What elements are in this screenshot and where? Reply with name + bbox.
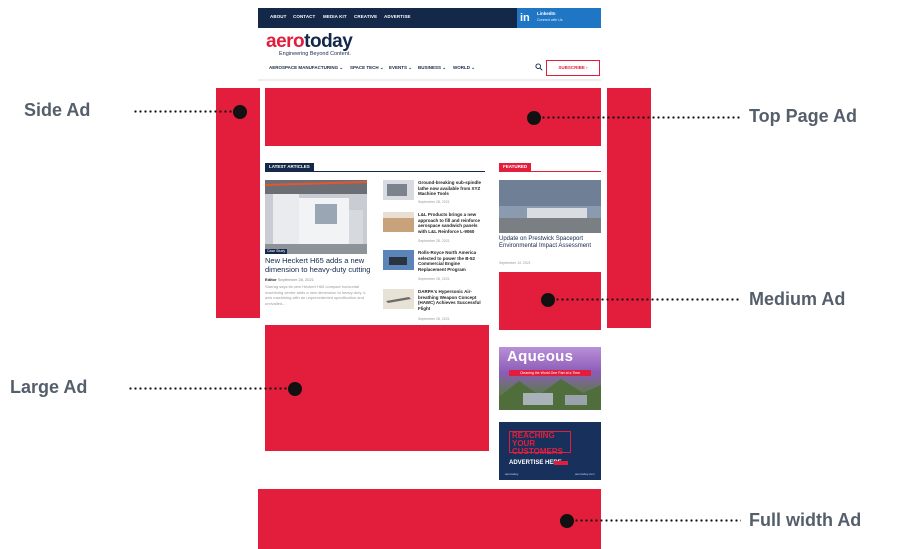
- article-title[interactable]: DARPA's Hypersonic Air-breathing Weapon …: [418, 289, 485, 311]
- article-title[interactable]: Ground-breaking sub-spindle lathe now av…: [418, 180, 485, 197]
- nav-space-tech[interactable]: SPACE TECH ⌄: [350, 65, 384, 71]
- subscribe-button[interactable]: SUBSCRIBE ›: [546, 60, 600, 76]
- nav-creative-link[interactable]: CREATIVE: [354, 14, 377, 19]
- article-date: September 28, 2021: [418, 200, 450, 204]
- feature-article-title[interactable]: New Heckert H65 adds a new dimension to …: [265, 256, 375, 274]
- callout-side-ad-leader: [133, 110, 233, 113]
- callout-large-ad-dot: [288, 382, 302, 396]
- feature-date: September 28, 2021: [277, 277, 314, 282]
- nav-advertise-link[interactable]: ADVERTISE: [384, 14, 411, 19]
- arrow-right-icon: [554, 461, 568, 465]
- feature-article-image[interactable]: [265, 180, 367, 254]
- site-logo[interactable]: aerotoday: [266, 31, 353, 53]
- mountain-graphic: [499, 379, 601, 410]
- latest-articles-header: LATEST ARTICLES: [265, 163, 314, 171]
- callout-medium-ad-leader: [555, 298, 741, 301]
- featured-article-date: September 14, 2021: [499, 261, 531, 265]
- callout-top-page-ad-dot: [527, 111, 541, 125]
- logo-part-aero: aero: [266, 31, 305, 52]
- advertise-here-ad[interactable]: REACHING YOUR CUSTOMERS ADVERTISE HERE a…: [499, 422, 601, 480]
- callout-full-width-ad-label: Full width Ad: [749, 510, 862, 530]
- aqueous-logo-text: Aqueous: [507, 348, 574, 365]
- callout-large-ad-label: Large Ad: [10, 377, 88, 397]
- article-title[interactable]: L&L Products brings a new approach to fi…: [418, 212, 485, 234]
- site-tagline: Engineering Beyond Content.: [279, 51, 351, 57]
- nav-contact-link[interactable]: CONTACT: [293, 14, 315, 19]
- aqueous-banner-ad[interactable]: Aqueous Cleaning the World One Part at a…: [499, 347, 601, 410]
- aqueous-tagline: Cleaning the World One Part at a Time: [509, 370, 591, 376]
- linkedin-icon: in: [520, 12, 530, 24]
- advertise-footer-left: aerotoday: [505, 472, 519, 476]
- nav-about-link[interactable]: ABOUT: [270, 14, 287, 19]
- article-thumbnail[interactable]: [383, 250, 414, 270]
- nav-media-kit-link[interactable]: MEDIA KIT: [323, 14, 347, 19]
- nav-divider: [258, 79, 601, 81]
- article-title[interactable]: Rolls-Royce North America selected to po…: [418, 250, 485, 272]
- featured-header: FEATURED: [499, 163, 532, 171]
- article-thumbnail[interactable]: [383, 212, 414, 232]
- callout-full-width-ad-leader: [574, 519, 741, 522]
- article-date: September 28, 2021: [418, 277, 450, 281]
- callout-top-page-ad-leader: [541, 116, 741, 119]
- full-width-ad[interactable]: [258, 489, 601, 549]
- nav-events[interactable]: EVENTS ⌄: [389, 65, 412, 71]
- featured-underline: [499, 171, 601, 172]
- article-date: September 28, 2021: [418, 239, 450, 243]
- callout-medium-ad-label: Medium Ad: [749, 289, 846, 309]
- advertise-footer-right: aerotoday.com: [575, 472, 595, 476]
- side-ad-left[interactable]: [216, 88, 260, 318]
- callout-medium-ad-dot: [541, 293, 555, 307]
- nav-aerospace-manufacturing[interactable]: AEROSPACE MANUFACTURING ⌄: [269, 65, 343, 71]
- callout-top-page-ad-label: Top Page Ad: [749, 106, 857, 126]
- nav-business[interactable]: BUSINESS ⌄: [418, 65, 446, 71]
- linkedin-title: LinkedIn: [537, 11, 556, 16]
- linkedin-subtitle: Connect with Us: [537, 18, 563, 22]
- linkedin-connect-button[interactable]: in LinkedIn Connect with Us: [517, 8, 601, 28]
- feature-category-badge[interactable]: Case Study: [265, 249, 288, 254]
- latest-articles-underline: [265, 171, 485, 172]
- article-date: September 28, 2021: [418, 317, 450, 321]
- feature-author[interactable]: Editor: [265, 277, 277, 282]
- side-ad-right[interactable]: [607, 88, 651, 328]
- search-icon[interactable]: [535, 63, 543, 71]
- featured-article-title[interactable]: Update on Prestwick Spaceport Environmen…: [499, 236, 601, 250]
- featured-article-image[interactable]: [499, 180, 601, 233]
- callout-side-ad-label: Side Ad: [24, 100, 91, 120]
- logo-part-today: today: [304, 31, 353, 52]
- advertise-headline: REACHING YOUR CUSTOMERS: [512, 431, 563, 456]
- callout-side-ad-dot: [233, 105, 247, 119]
- feature-excerpt: Starrag says its new Heckert H65 compact…: [265, 284, 367, 306]
- callout-full-width-ad-dot: [560, 514, 574, 528]
- nav-world[interactable]: WORLD ⌄: [453, 65, 475, 71]
- article-thumbnail[interactable]: [383, 180, 414, 200]
- article-thumbnail[interactable]: [383, 289, 414, 309]
- callout-large-ad-leader: [128, 387, 288, 390]
